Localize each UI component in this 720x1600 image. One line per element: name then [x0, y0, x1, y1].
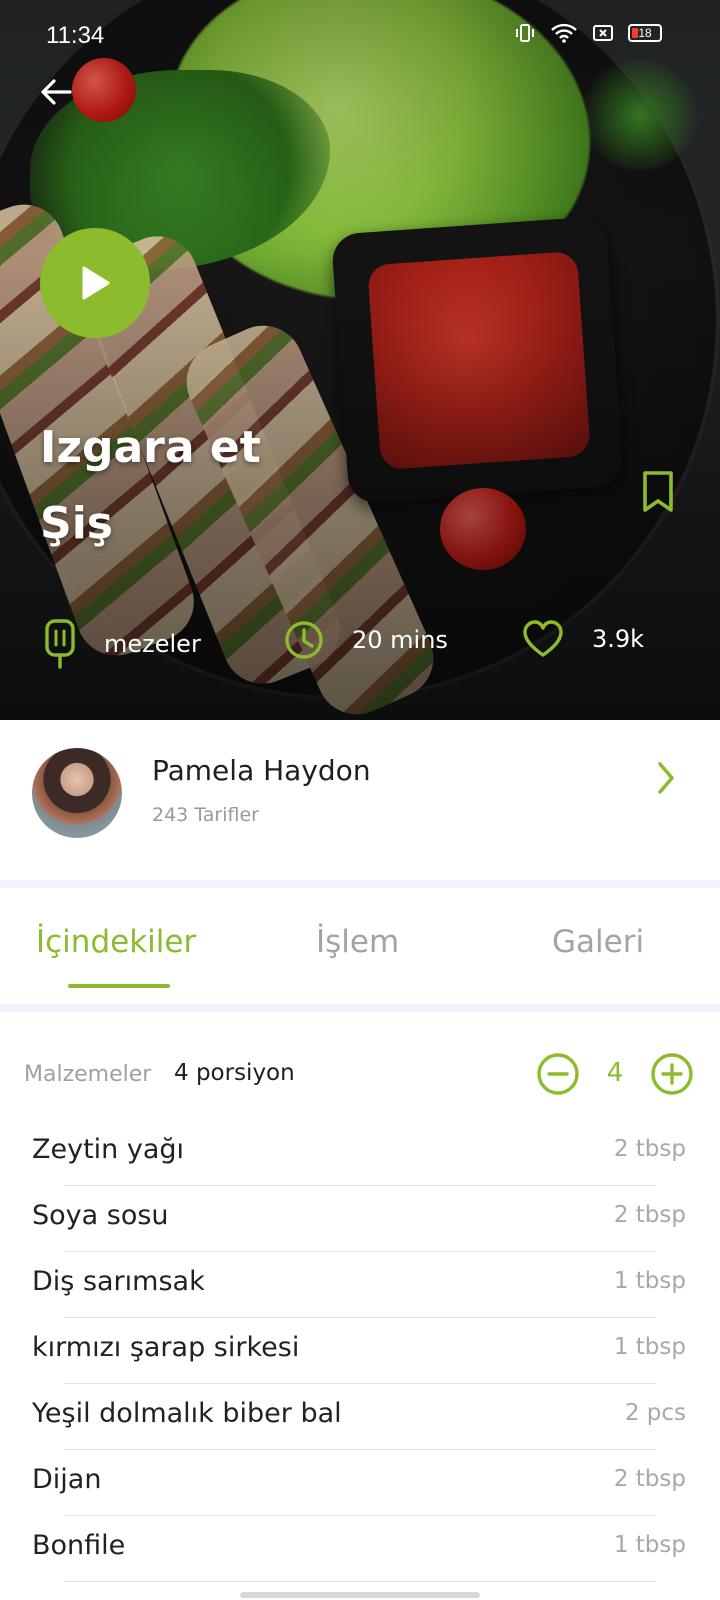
- play-video-button[interactable]: [40, 228, 150, 338]
- ingredient-name: Zeytin yağı: [32, 1134, 185, 1165]
- bookmark-icon[interactable]: [640, 470, 676, 514]
- category-meta: mezeler: [44, 618, 201, 670]
- category-label: mezeler: [104, 630, 201, 658]
- ingredient-qty: 2 pcs: [624, 1400, 686, 1426]
- play-icon: [82, 266, 110, 300]
- ingredient-name: Soya sosu: [32, 1200, 169, 1231]
- battery-level: 18: [638, 26, 652, 40]
- recipe-meta-row: mezeler 20 mins 3.9k: [0, 610, 720, 690]
- recipe-title: Izgara et Şiş: [40, 410, 400, 562]
- likes-count: 3.9k: [592, 625, 645, 653]
- tab-ingredients[interactable]: İçindekiler: [36, 924, 196, 960]
- status-bar: 11:34 18: [0, 0, 720, 70]
- duration-label: 20 mins: [352, 626, 448, 654]
- author-card[interactable]: Pamela Haydon 243 Tarifler: [0, 720, 720, 880]
- ingredient-name: Bonfile: [32, 1530, 126, 1561]
- divider: [64, 1581, 656, 1582]
- clock-icon: [285, 621, 323, 659]
- section-divider: [0, 880, 720, 888]
- duration-meta: 20 mins: [284, 620, 448, 660]
- list-item: Bonfile 1 tbsp: [0, 1516, 720, 1582]
- ingredient-qty: 1 tbsp: [613, 1334, 686, 1360]
- ingredient-qty: 2 tbsp: [613, 1466, 686, 1492]
- battery-icon: 18: [628, 24, 662, 42]
- list-item: Zeytin yağı 2 tbsp: [0, 1120, 720, 1186]
- ingredient-qty: 1 tbsp: [613, 1268, 686, 1294]
- servings-label: Malzemeler: [24, 1062, 152, 1087]
- minus-circle-icon[interactable]: [536, 1052, 580, 1096]
- ingredient-qty: 1 tbsp: [613, 1532, 686, 1558]
- ingredient-list: Zeytin yağı 2 tbsp Soya sosu 2 tbsp Diş …: [0, 1120, 720, 1582]
- servings-count-label: 4 porsiyon: [174, 1060, 295, 1086]
- back-arrow-icon[interactable]: [36, 72, 76, 112]
- heart-icon: [523, 620, 563, 657]
- servings-row: Malzemeler 4 porsiyon 4: [0, 1040, 720, 1110]
- tab-gallery[interactable]: Galeri: [552, 924, 644, 960]
- ingredient-name: Yeşil dolmalık biber bal: [32, 1398, 342, 1429]
- status-time: 11:34: [46, 22, 105, 49]
- active-tab-indicator: [68, 984, 170, 988]
- vibrate-icon: [516, 24, 534, 42]
- section-divider: [0, 1004, 720, 1012]
- home-indicator[interactable]: [240, 1592, 480, 1598]
- tab-process[interactable]: İşlem: [316, 924, 399, 960]
- recipe-title-line2: Şiş: [40, 498, 113, 549]
- likes-meta[interactable]: 3.9k: [522, 620, 644, 658]
- avatar[interactable]: [32, 748, 122, 838]
- ingredient-qty: 2 tbsp: [613, 1202, 686, 1228]
- servings-value: 4: [606, 1058, 624, 1088]
- recipe-tabs: İçindekiler İşlem Galeri: [0, 888, 720, 1004]
- list-item: Yeşil dolmalık biber bal 2 pcs: [0, 1384, 720, 1450]
- list-item: Diş sarımsak 1 tbsp: [0, 1252, 720, 1318]
- author-recipe-count: 243 Tarifler: [152, 804, 259, 826]
- status-icons: 18: [514, 22, 662, 44]
- recipe-title-line1: Izgara et: [40, 422, 261, 473]
- plus-circle-icon[interactable]: [650, 1052, 694, 1096]
- wifi-icon: [551, 23, 577, 43]
- list-item: kırmızı şarap sirkesi 1 tbsp: [0, 1318, 720, 1384]
- author-name: Pamela Haydon: [152, 754, 371, 787]
- list-item: Dijan 2 tbsp: [0, 1450, 720, 1516]
- list-item: Soya sosu 2 tbsp: [0, 1186, 720, 1252]
- ingredient-name: kırmızı şarap sirkesi: [32, 1332, 300, 1363]
- ingredient-qty: 2 tbsp: [613, 1136, 686, 1162]
- ingredient-name: Dijan: [32, 1464, 102, 1495]
- chevron-right-icon[interactable]: [652, 756, 680, 800]
- ingredient-name: Diş sarımsak: [32, 1266, 205, 1297]
- sim-x-icon: [593, 25, 613, 41]
- popsicle-icon: [45, 619, 75, 669]
